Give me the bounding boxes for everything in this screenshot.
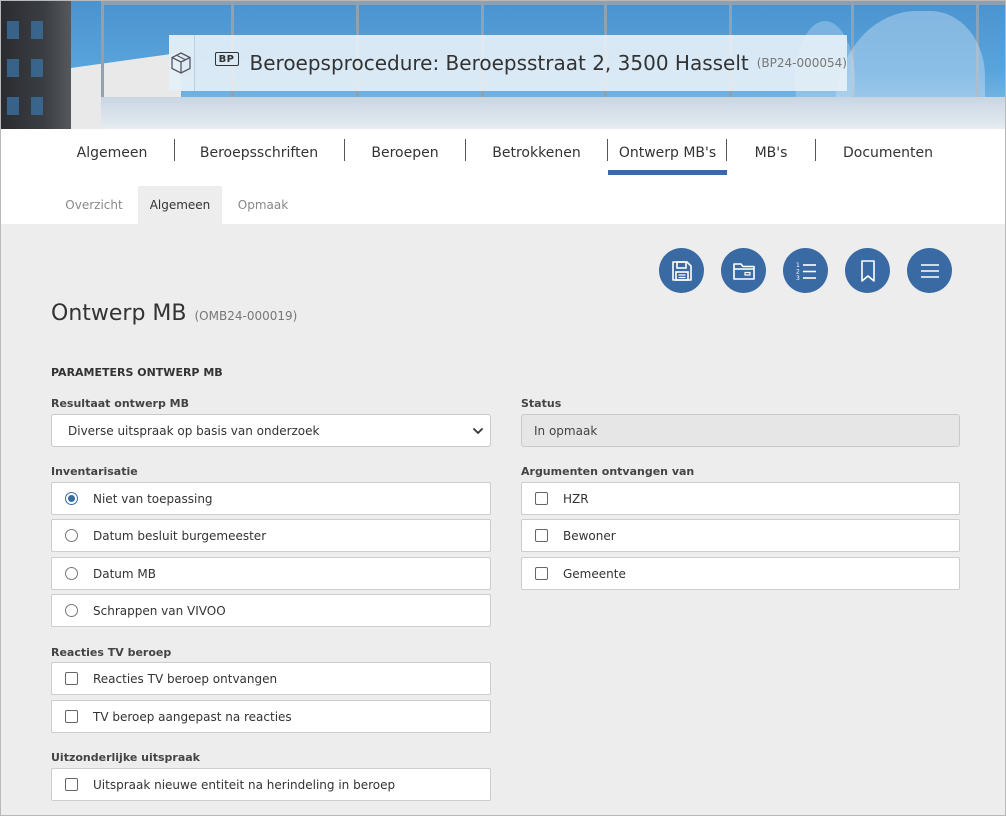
save-button[interactable] <box>659 248 704 293</box>
folder-icon <box>732 262 755 280</box>
inventarisatie-option[interactable]: Niet van toepassing <box>51 482 491 515</box>
option-label: Gemeente <box>563 566 626 581</box>
option-label: Niet van toepassing <box>93 491 213 506</box>
content-area: 1 2 3 Ontwerp MB (OMB24-000019) PARAMETE… <box>1 224 1005 815</box>
checkbox[interactable] <box>535 492 548 505</box>
tab-betrokkenen[interactable]: Betrokkenen <box>478 129 595 176</box>
header-banner: BP Beroepsprocedure: Beroepsstraat 2, 35… <box>1 1 1005 129</box>
radio-selected[interactable] <box>65 492 78 505</box>
page-title-code: (OMB24-000019) <box>194 309 298 323</box>
tab-beroepsschriften[interactable]: Beroepsschriften <box>187 129 331 176</box>
inventarisatie-option[interactable]: Datum MB <box>51 557 491 590</box>
floppy-disk-icon <box>671 260 692 281</box>
reacties-option[interactable]: TV beroep aangepast na reacties <box>51 700 491 733</box>
numbered-list-button[interactable]: 1 2 3 <box>783 248 828 293</box>
bookmark-icon <box>860 259 875 282</box>
checkbox[interactable] <box>65 672 78 685</box>
procedure-type-badge: BP <box>214 52 239 66</box>
tab-beroepen[interactable]: Beroepen <box>357 129 453 176</box>
tab-algemeen[interactable]: Algemeen <box>63 129 161 176</box>
subtab-algemeen[interactable]: Algemeen <box>138 186 222 224</box>
tab-separator <box>815 139 816 161</box>
option-label: Bewoner <box>563 528 616 543</box>
uitzonderlijk-option[interactable]: Uitspraak nieuwe entiteit na herindeling… <box>51 768 491 801</box>
reacties-label: Reacties TV beroep <box>51 646 172 659</box>
main-tabs: Algemeen Beroepsschriften Beroepen Betro… <box>1 129 1005 176</box>
hamburger-menu-icon <box>920 263 939 278</box>
option-label: Uitspraak nieuwe entiteit na herindeling… <box>93 777 396 792</box>
tab-documenten[interactable]: Documenten <box>828 129 948 176</box>
option-label: TV beroep aangepast na reacties <box>93 709 292 724</box>
active-tab-indicator <box>608 170 727 175</box>
procedure-title: Beroepsprocedure: Beroepsstraat 2, 3500 … <box>249 51 749 75</box>
option-label: Datum MB <box>93 566 156 581</box>
tab-separator <box>344 139 345 161</box>
option-label: Reacties TV beroep ontvangen <box>93 671 278 686</box>
radio-unselected[interactable] <box>65 567 78 580</box>
bookmark-button[interactable] <box>845 248 890 293</box>
folder-button[interactable] <box>721 248 766 293</box>
tab-separator <box>174 139 175 161</box>
page-title-text: Ontwerp MB <box>51 301 187 326</box>
page-title: Ontwerp MB (OMB24-000019) <box>51 301 297 326</box>
argumenten-option[interactable]: Bewoner <box>521 519 960 552</box>
radio-unselected[interactable] <box>65 529 78 542</box>
numbered-list-icon: 1 2 3 <box>796 262 816 282</box>
option-label: Datum besluit burgemeester <box>93 528 267 543</box>
checkbox[interactable] <box>535 529 548 542</box>
tab-ontwerp-mbs[interactable]: Ontwerp MB's <box>608 129 727 176</box>
tab-separator <box>726 139 727 161</box>
svg-text:3: 3 <box>796 275 800 282</box>
resultaat-select[interactable]: Diverse uitspraak op basis van onderzoek <box>51 414 491 447</box>
argumenten-label: Argumenten ontvangen van <box>521 465 695 478</box>
argumenten-option[interactable]: HZR <box>521 482 960 515</box>
argumenten-option[interactable]: Gemeente <box>521 557 960 590</box>
tab-separator <box>465 139 466 161</box>
tab-mbs[interactable]: MB's <box>739 129 803 176</box>
inventarisatie-label: Inventarisatie <box>51 465 138 478</box>
option-label: HZR <box>563 491 589 506</box>
app-window: BP Beroepsprocedure: Beroepsstraat 2, 35… <box>0 0 1006 816</box>
banner-dark-building <box>1 1 71 129</box>
sub-tabs: Overzicht Algemeen Opmaak <box>1 176 1005 224</box>
section-heading: PARAMETERS ONTWERP MB <box>51 366 223 379</box>
uitzonderlijk-label: Uitzonderlijke uitspraak <box>51 751 200 764</box>
banner-window-reflection <box>101 97 1005 129</box>
banner-window-frame <box>101 1 1005 5</box>
package-box-icon <box>169 35 195 91</box>
reacties-option[interactable]: Reacties TV beroep ontvangen <box>51 662 491 695</box>
resultaat-select-value: Diverse uitspraak op basis van onderzoek <box>68 423 320 438</box>
resultaat-label: Resultaat ontwerp MB <box>51 397 189 410</box>
option-label: Schrappen van VIVOO <box>93 603 226 618</box>
subtab-opmaak[interactable]: Opmaak <box>223 186 303 224</box>
status-value: In opmaak <box>534 423 598 438</box>
inventarisatie-option[interactable]: Schrappen van VIVOO <box>51 594 491 627</box>
status-field: In opmaak <box>521 414 960 447</box>
radio-unselected[interactable] <box>65 604 78 617</box>
procedure-code: (BP24-000054) <box>756 56 847 70</box>
page-header: BP Beroepsprocedure: Beroepsstraat 2, 35… <box>169 35 847 91</box>
checkbox[interactable] <box>65 710 78 723</box>
menu-button[interactable] <box>907 248 952 293</box>
inventarisatie-option[interactable]: Datum besluit burgemeester <box>51 519 491 552</box>
subtab-overzicht[interactable]: Overzicht <box>51 186 137 224</box>
checkbox[interactable] <box>535 567 548 580</box>
checkbox[interactable] <box>65 778 78 791</box>
chevron-down-icon <box>473 428 483 434</box>
status-label: Status <box>521 397 562 410</box>
